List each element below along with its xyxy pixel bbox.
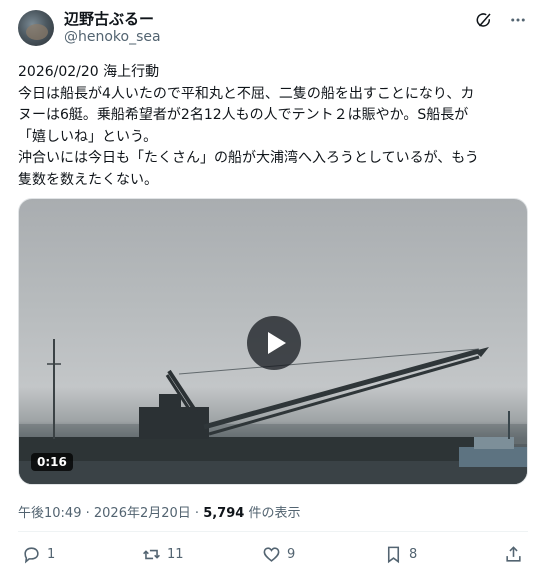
tweet-line: 「嬉しいね」という。 (18, 128, 158, 145)
grok-icon[interactable] (474, 10, 494, 30)
reply-icon (24, 547, 39, 564)
share-icon (506, 546, 521, 562)
tweet-text: 2026/02/20 海上行動 今日は船長が4人いたので平和丸と不屈、二隻の船を… (18, 62, 530, 191)
avatar[interactable] (18, 10, 54, 46)
heart-icon (263, 547, 280, 562)
repost-icon (143, 549, 160, 560)
reply-count: 1 (47, 547, 56, 562)
more-icon[interactable] (508, 10, 528, 30)
repost-button[interactable]: 11 (142, 545, 184, 564)
author-display-name[interactable]: 辺野古ぶるー (64, 8, 154, 29)
tweet-time[interactable]: 午後10:49 (18, 506, 81, 521)
like-button[interactable]: 9 (262, 545, 295, 564)
repost-count: 11 (167, 547, 184, 562)
video-duration: 0:16 (31, 453, 73, 471)
reply-button[interactable]: 1 (22, 545, 55, 564)
meta-separator: · (190, 506, 204, 521)
bookmark-button[interactable]: 8 (384, 545, 417, 564)
tweet-line: 隻数を数えたくない。 (18, 171, 158, 188)
tweet-line: 今日は船長が4人いたので平和丸と不屈、二隻の船を出すことになり、カ (18, 85, 475, 102)
tweet-line: ヌーは6艇。乗船希望者が2名12人もの人でテント２は賑やか。S船長が (18, 107, 469, 123)
share-button[interactable] (504, 545, 523, 564)
bookmark-count: 8 (409, 547, 418, 562)
play-button[interactable] (247, 316, 301, 370)
tweet-line: 沖合いには今日も「たくさん」の船が大浦湾へ入ろうとしているが、もう (18, 150, 479, 166)
tweet-meta: 午後10:49 · 2026年2月20日 · 5,794 件の表示 (18, 502, 300, 521)
like-count: 9 (287, 547, 296, 562)
tweet-line: 2026/02/20 海上行動 (18, 64, 160, 80)
header-actions (474, 10, 528, 30)
video-player[interactable]: 0:16 (18, 198, 528, 485)
author-handle[interactable]: @henoko_sea (64, 29, 161, 45)
divider (18, 531, 528, 532)
views-count: 5,794 (203, 506, 245, 521)
meta-separator: · (81, 506, 94, 521)
tweet-date[interactable]: 2026年2月20日 (94, 506, 191, 521)
views-label: 件の表示 (244, 506, 301, 521)
action-bar: 1 11 9 8 (18, 545, 530, 567)
bookmark-icon (387, 546, 400, 564)
